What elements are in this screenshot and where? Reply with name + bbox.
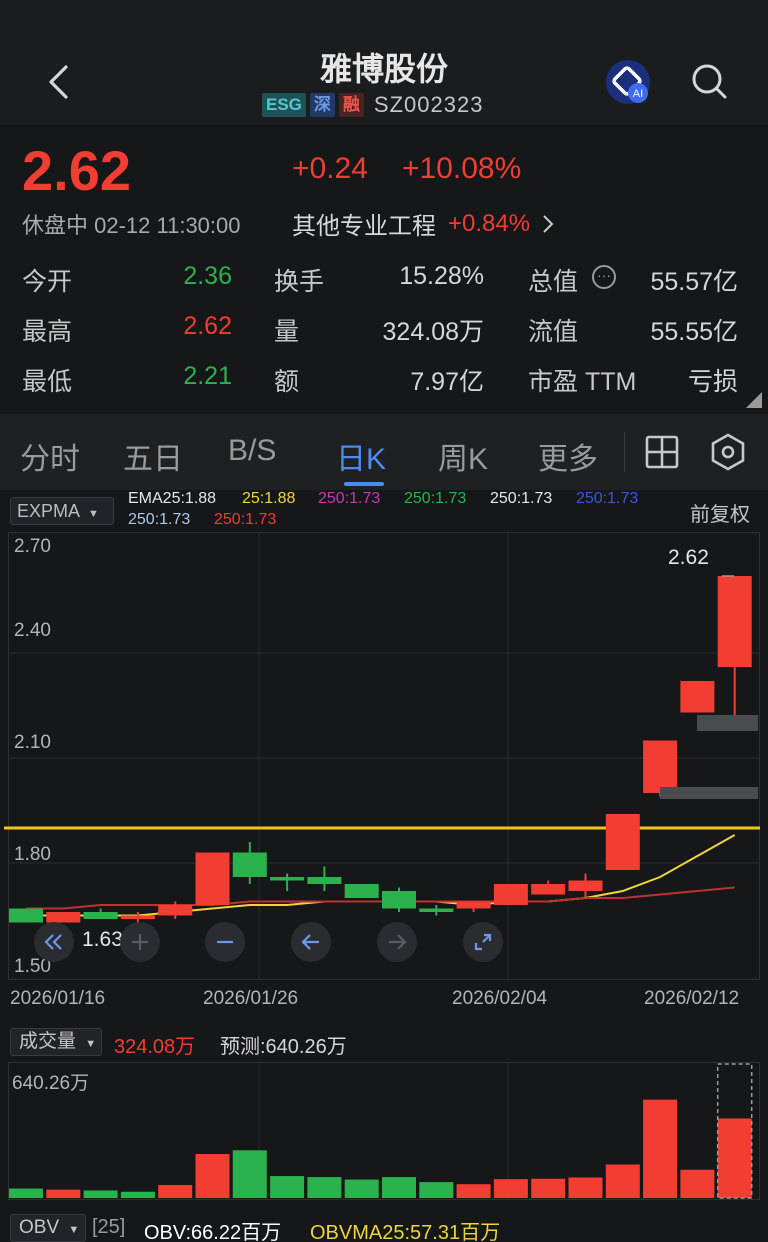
volume-bar[interactable]: [382, 1177, 416, 1198]
volume-bar[interactable]: [120, 1191, 155, 1198]
obv-selector-label: OBV: [19, 1217, 60, 1238]
obvma-value: OBVMA25:57.31百万: [310, 1222, 501, 1242]
volume-bar[interactable]: [717, 1118, 752, 1198]
volume-bar[interactable]: [270, 1176, 305, 1198]
obv-value: OBV:66.22百万: [144, 1222, 282, 1242]
volume-bar[interactable]: [531, 1178, 566, 1198]
volume-bar[interactable]: [456, 1184, 491, 1198]
volume-bar[interactable]: [158, 1185, 193, 1198]
volume-bar[interactable]: [605, 1164, 640, 1198]
volume-bar[interactable]: [232, 1150, 267, 1198]
caret-down-icon: ▼: [68, 1224, 80, 1236]
volume-bar[interactable]: [46, 1189, 81, 1198]
volume-bar[interactable]: [680, 1169, 715, 1198]
volume-bar[interactable]: [643, 1099, 678, 1198]
obv-selector[interactable]: OBV ▼: [10, 1214, 86, 1242]
volume-bar[interactable]: [568, 1177, 603, 1198]
volume-bar[interactable]: [195, 1154, 230, 1198]
volume-bar[interactable]: [307, 1177, 342, 1198]
volume-bar[interactable]: [493, 1179, 528, 1198]
volume-bar[interactable]: [9, 1188, 43, 1198]
volume-bar[interactable]: [344, 1179, 379, 1198]
obv-period: [25]: [92, 1216, 126, 1238]
volume-chart: [9, 1062, 753, 1200]
volume-bar[interactable]: [83, 1190, 118, 1198]
volume-bar[interactable]: [419, 1182, 454, 1198]
